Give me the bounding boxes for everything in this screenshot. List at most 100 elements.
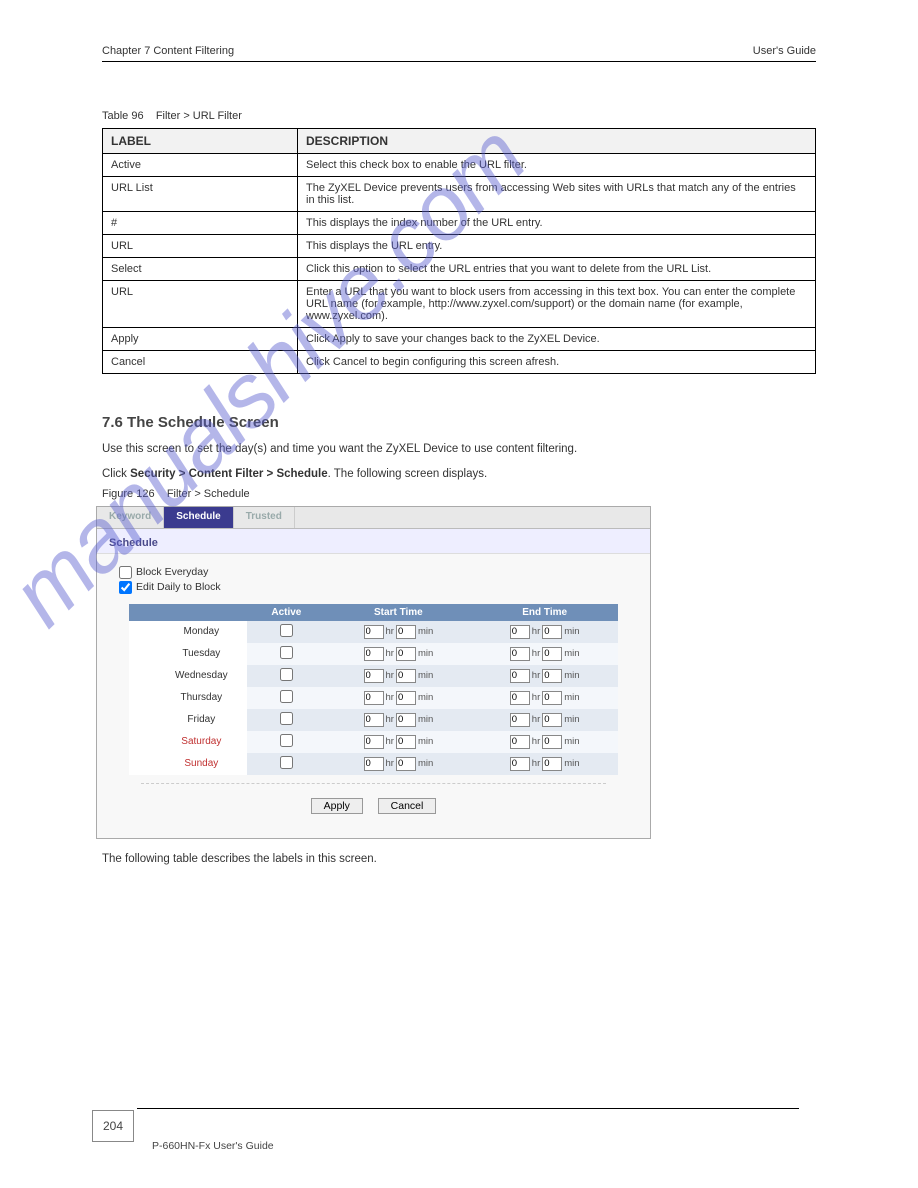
end-hr-input[interactable]	[510, 691, 530, 705]
active-checkbox[interactable]	[280, 624, 293, 637]
end-time-cell: hr min	[472, 621, 618, 643]
schedule-row: Tuesdayhrminhrmin	[129, 643, 618, 665]
end-min-input[interactable]	[542, 625, 562, 639]
start-time-cell: hrmin	[325, 687, 471, 709]
start-hr-input[interactable]	[364, 669, 384, 683]
end-hr-input[interactable]	[510, 647, 530, 661]
active-checkbox[interactable]	[280, 734, 293, 747]
post-figure-text: The following table describes the labels…	[102, 853, 816, 865]
tab-trusted[interactable]: Trusted	[234, 507, 295, 528]
section-description: Use this screen to set the day(s) and ti…	[102, 441, 816, 458]
label-cell: Cancel	[103, 351, 298, 374]
label-cell: Active	[103, 154, 298, 177]
end-min-input[interactable]	[542, 713, 562, 727]
start-min-input[interactable]	[396, 691, 416, 705]
active-checkbox[interactable]	[280, 646, 293, 659]
end-hr-input[interactable]	[510, 625, 530, 639]
min-label: min	[418, 714, 433, 725]
start-min-input[interactable]	[396, 757, 416, 771]
end-min-input[interactable]	[542, 735, 562, 749]
table-row: SelectClick this option to select the UR…	[103, 258, 816, 281]
hr-label: hr	[386, 758, 394, 769]
start-hr-input[interactable]	[364, 647, 384, 661]
description-cell: This displays the index number of the UR…	[298, 212, 816, 235]
apply-button[interactable]: Apply	[311, 798, 363, 814]
tab-schedule[interactable]: Schedule	[164, 507, 233, 528]
start-min-input[interactable]	[396, 625, 416, 639]
day-cell: Monday	[129, 621, 247, 643]
th-start: Start Time	[325, 604, 471, 621]
header-section: User's Guide	[753, 45, 816, 57]
hr-label: hr	[386, 714, 394, 725]
table-row: ApplyClick Apply to save your changes ba…	[103, 328, 816, 351]
description-cell: Click Apply to save your changes back to…	[298, 328, 816, 351]
start-min-input[interactable]	[396, 669, 416, 683]
end-time-cell: hrmin	[472, 753, 618, 775]
path-prefix: Click	[102, 468, 130, 480]
end-time-cell: hrmin	[472, 731, 618, 753]
table-caption: Table 96 Filter > URL Filter	[102, 110, 816, 122]
description-cell: The ZyXEL Device prevents users from acc…	[298, 177, 816, 212]
section-path: Click Security > Content Filter > Schedu…	[102, 468, 816, 480]
min-label: min	[564, 714, 579, 725]
min-label: min	[564, 626, 579, 637]
start-time-cell: hrmin	[325, 643, 471, 665]
start-hr-input[interactable]	[364, 757, 384, 771]
section-heading: 7.6 The Schedule Screen	[102, 414, 816, 431]
section-number: 7.6	[102, 414, 123, 431]
start-hr-input[interactable]	[364, 625, 384, 639]
end-hr-input[interactable]	[510, 735, 530, 749]
description-cell: Select this check box to enable the URL …	[298, 154, 816, 177]
active-checkbox[interactable]	[280, 756, 293, 769]
active-cell	[247, 753, 325, 775]
cancel-button[interactable]: Cancel	[378, 798, 437, 814]
start-time-cell: hr min	[325, 709, 471, 731]
start-min-input[interactable]	[396, 713, 416, 727]
edit-daily-checkbox[interactable]	[119, 581, 132, 594]
page-header: Chapter 7 Content Filtering User's Guide	[102, 45, 816, 62]
table-row: ActiveSelect this check box to enable th…	[103, 154, 816, 177]
hr-label: hr	[386, 648, 394, 659]
end-min-input[interactable]	[542, 669, 562, 683]
schedule-screenshot: Keyword Schedule Trusted Schedule Block …	[96, 506, 651, 839]
hr-label: hr	[532, 670, 540, 681]
end-hr-input[interactable]	[510, 713, 530, 727]
start-time-cell: hrmin	[325, 753, 471, 775]
end-time-cell: hrmin	[472, 665, 618, 687]
active-checkbox[interactable]	[280, 690, 293, 703]
end-time-cell: hr min	[472, 687, 618, 709]
end-min-input[interactable]	[542, 647, 562, 661]
path-suffix: . The following screen displays.	[328, 468, 488, 480]
end-hr-input[interactable]	[510, 757, 530, 771]
day-cell: Friday	[129, 709, 247, 731]
min-label: min	[418, 670, 433, 681]
start-hr-input[interactable]	[364, 713, 384, 727]
label-description-table: LABEL DESCRIPTION ActiveSelect this chec…	[102, 128, 816, 374]
block-everyday-checkbox[interactable]	[119, 566, 132, 579]
end-hr-input[interactable]	[510, 669, 530, 683]
end-min-input[interactable]	[542, 757, 562, 771]
min-label: min	[564, 692, 579, 703]
footer-rule	[137, 1108, 799, 1109]
start-min-input[interactable]	[396, 647, 416, 661]
start-time-cell: hrmin	[325, 731, 471, 753]
description-cell: This displays the URL entry.	[298, 235, 816, 258]
start-hr-input[interactable]	[364, 691, 384, 705]
day-cell: Thursday	[129, 687, 247, 709]
schedule-row: Sunday hrminhrmin	[129, 753, 618, 775]
active-checkbox[interactable]	[280, 668, 293, 681]
section-title: The Schedule Screen	[123, 414, 279, 431]
edit-daily-label: Edit Daily to Block	[136, 581, 221, 593]
start-hr-input[interactable]	[364, 735, 384, 749]
path-main: Security > Content Filter > Schedule	[130, 468, 327, 480]
hr-label: hr	[532, 692, 540, 703]
active-checkbox[interactable]	[280, 712, 293, 725]
start-min-input[interactable]	[396, 735, 416, 749]
hr-label: hr	[532, 626, 540, 637]
day-cell: Sunday	[129, 753, 247, 775]
day-cell: Saturday	[129, 731, 247, 753]
schedule-panel: Schedule Block Everyday Edit Daily to Bl…	[97, 529, 650, 838]
active-cell	[247, 621, 325, 643]
end-min-input[interactable]	[542, 691, 562, 705]
tab-keyword[interactable]: Keyword	[97, 507, 164, 528]
